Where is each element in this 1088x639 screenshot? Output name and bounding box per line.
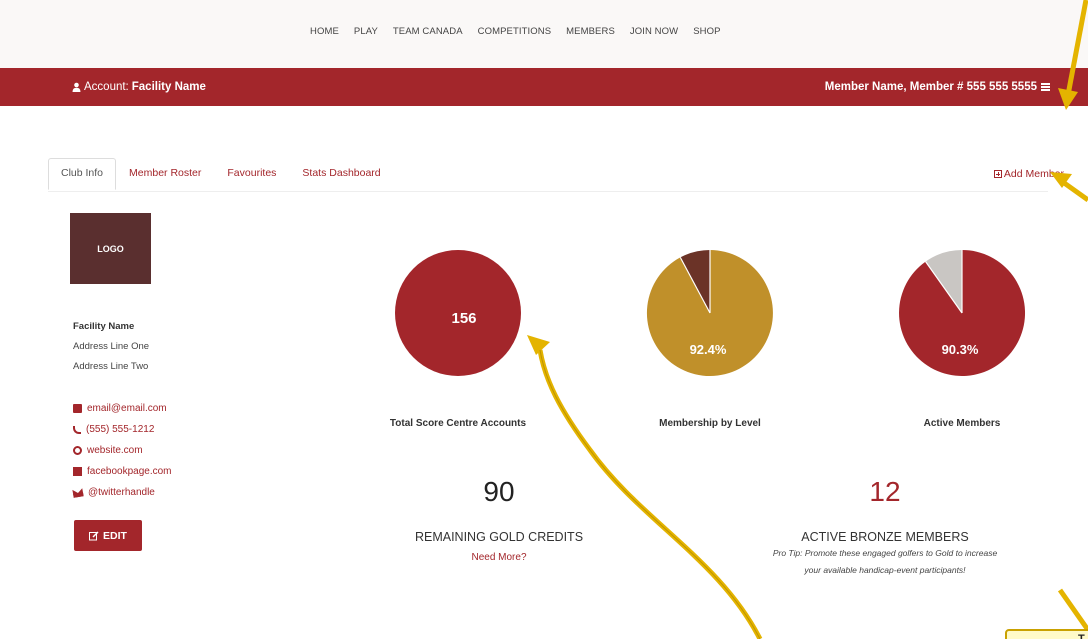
edit-button[interactable]: EDIT xyxy=(74,520,142,551)
top-navigation: HOME PLAY TEAM CANADA COMPETITIONS MEMBE… xyxy=(0,0,1088,68)
need-more-link[interactable]: Need More? xyxy=(399,552,599,563)
twitter-icon xyxy=(72,487,84,498)
add-member-label: Add Member xyxy=(1003,168,1064,180)
tab-bar: Club Info Member Roster Favourites Stats… xyxy=(48,158,394,190)
nav-menu: HOME PLAY TEAM CANADA COMPETITIONS MEMBE… xyxy=(310,26,721,37)
tab-club-info[interactable]: Club Info xyxy=(48,158,117,190)
contact-list: email@email.com (555) 555-1212 website.c… xyxy=(72,398,172,503)
envelope-icon xyxy=(73,404,82,413)
website-text: website.com xyxy=(87,445,143,456)
nav-play[interactable]: PLAY xyxy=(354,26,378,37)
facility-name: Facility Name xyxy=(73,321,135,332)
facebook-text: facebookpage.com xyxy=(87,466,172,477)
account-prefix: Account: xyxy=(84,81,129,93)
edit-label: EDIT xyxy=(103,529,127,542)
tab-divider xyxy=(48,191,1048,192)
globe-icon xyxy=(73,446,82,455)
callout-text: T xyxy=(1078,633,1085,639)
contact-phone[interactable]: (555) 555-1212 xyxy=(73,419,172,440)
arrowhead xyxy=(527,335,550,355)
nav-join-now[interactable]: JOIN NOW xyxy=(630,26,678,37)
edit-icon xyxy=(89,530,99,540)
contact-website[interactable]: website.com xyxy=(73,440,172,461)
contact-email[interactable]: email@email.com xyxy=(73,398,172,419)
total-accounts-label: Total Score Centre Accounts xyxy=(389,418,527,429)
tab-stats-dashboard[interactable]: Stats Dashboard xyxy=(289,158,393,190)
active-members-chart: 90.3% xyxy=(899,250,1026,376)
nav-home[interactable]: HOME xyxy=(310,26,339,37)
pro-tip: Pro Tip: Promote these engaged golfers t… xyxy=(700,545,1070,579)
membership-level-chart: 92.4% xyxy=(646,249,773,376)
email-text: email@email.com xyxy=(87,403,167,414)
total-accounts-value: 156 xyxy=(451,310,476,327)
annotation-callout xyxy=(1005,629,1088,639)
total-accounts-chart: 156 xyxy=(395,250,521,376)
nav-shop[interactable]: SHOP xyxy=(693,26,720,37)
user-icon xyxy=(72,82,81,92)
plus-square-icon xyxy=(993,170,1002,178)
phone-text: (555) 555-1212 xyxy=(86,424,155,435)
facebook-icon xyxy=(73,467,82,476)
contact-twitter[interactable]: @twitterhandle xyxy=(72,482,172,503)
bronze-members-label: ACTIVE BRONZE MEMBERS xyxy=(801,530,969,544)
active-members-label: Active Members xyxy=(923,418,1001,429)
pro-tip-line-two: your available handicap-event participan… xyxy=(804,565,966,575)
annotation-arrow xyxy=(1057,588,1088,632)
tab-member-roster[interactable]: Member Roster xyxy=(116,158,214,190)
account-name: Facility Name xyxy=(131,81,206,93)
gold-credits-label: REMAINING GOLD CREDITS xyxy=(414,530,584,544)
account-info: Account: Facility Name xyxy=(72,81,206,93)
nav-members[interactable]: MEMBERS xyxy=(566,26,615,37)
membership-level-value: 92.4% xyxy=(690,342,727,357)
address-line-one: Address Line One xyxy=(73,341,150,352)
pro-tip-line-one: Pro Tip: Promote these engaged golfers t… xyxy=(772,548,998,558)
nav-team-canada[interactable]: TEAM CANADA xyxy=(393,26,463,37)
member-info: Member Name, Member # 555 555 5555 xyxy=(824,81,1037,93)
active-members-value: 90.3% xyxy=(942,342,979,357)
facility-address: Facility Name Address Line One Address L… xyxy=(73,317,149,377)
account-bar: Account: Facility Name Member Name, Memb… xyxy=(0,68,1088,106)
contact-facebook[interactable]: facebookpage.com xyxy=(73,461,172,482)
annotation-arrow xyxy=(1058,177,1088,203)
address-line-two: Address Line Two xyxy=(73,361,149,372)
twitter-text: @twitterhandle xyxy=(88,487,155,498)
bronze-members-count: 12 xyxy=(869,476,901,507)
hamburger-icon[interactable] xyxy=(1041,83,1050,91)
add-member-link[interactable]: Add Member xyxy=(993,168,1064,180)
tab-favourites[interactable]: Favourites xyxy=(214,158,289,190)
phone-icon xyxy=(73,425,81,434)
gold-credits-count: 90 xyxy=(483,476,515,507)
membership-level-label: Membership by Level xyxy=(659,418,761,429)
nav-competitions[interactable]: COMPETITIONS xyxy=(478,26,552,37)
facility-logo: LOGO xyxy=(70,213,151,284)
member-menu[interactable]: Member Name, Member # 555 555 5555 xyxy=(825,81,1050,93)
